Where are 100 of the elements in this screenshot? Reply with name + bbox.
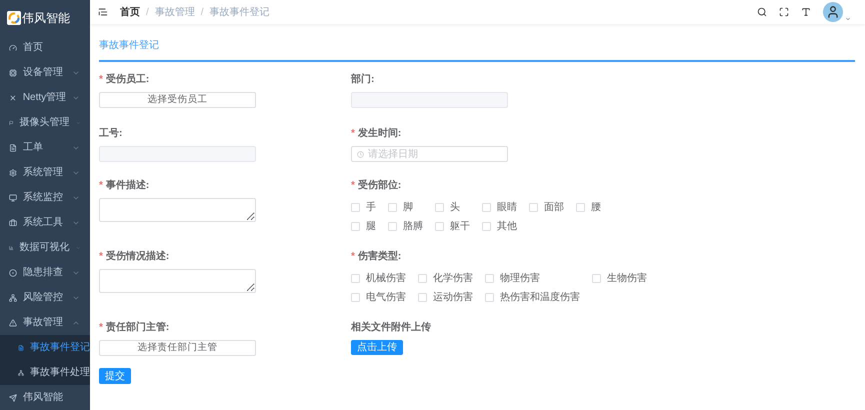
checkbox[interactable] (351, 202, 360, 212)
menu-item[interactable]: 首页 (0, 35, 90, 60)
checkbox[interactable] (482, 202, 491, 212)
checkbox-option[interactable]: 热伤害和温度伤害 (485, 290, 580, 304)
checkbox-option[interactable]: 生物伤害 (592, 271, 647, 285)
gear-icon (9, 168, 17, 176)
checkbox-option[interactable]: 运动伤害 (418, 290, 473, 304)
checkbox-option[interactable]: 头 (435, 200, 470, 214)
breadcrumb-separator: / (200, 6, 204, 20)
document-icon (9, 144, 17, 152)
required-asterisk: * (351, 126, 355, 140)
briefcase-icon (9, 218, 17, 226)
gauge-icon (9, 44, 17, 52)
required-asterisk: * (99, 178, 103, 192)
avatar[interactable] (823, 2, 843, 22)
menu-item[interactable]: 伟风智能 (0, 385, 90, 410)
submenu-item[interactable]: 事故事件处理 (0, 360, 90, 385)
flag-icon (9, 118, 14, 126)
checkbox[interactable] (485, 292, 494, 302)
checkbox-option[interactable]: 腿 (351, 219, 376, 233)
clock-icon (357, 150, 364, 158)
checkbox-option[interactable]: 其他 (482, 219, 517, 233)
menu-item[interactable]: 系统管理 (0, 160, 90, 185)
network-icon (9, 294, 17, 302)
cross-icon (9, 94, 17, 102)
menu-icon[interactable] (98, 7, 108, 17)
menu-item[interactable]: 事故管理 (0, 310, 90, 335)
checkbox-option[interactable]: 化学伤害 (418, 271, 473, 285)
warning-icon (9, 318, 17, 326)
menu-item[interactable]: 隐患排查 (0, 260, 90, 285)
checkbox[interactable] (418, 274, 427, 282)
checkbox[interactable] (482, 222, 491, 230)
checkbox-option[interactable]: 眼睛 (482, 200, 517, 214)
checkbox[interactable] (435, 222, 444, 230)
menu-item[interactable]: Netty管理 (0, 85, 90, 110)
select-manager-button[interactable]: 选择责任部门主管 (99, 340, 256, 356)
field-label: 受伤情况描述: (106, 250, 170, 264)
document-icon (18, 344, 24, 352)
field-label: 伤害类型: (358, 249, 402, 264)
checkbox[interactable] (351, 274, 360, 282)
checkbox-option[interactable]: 物理伤害 (485, 271, 580, 285)
field-label: 责任部门主管: (106, 320, 170, 334)
injury-description-field[interactable] (99, 269, 256, 293)
caret-icon[interactable] (845, 16, 851, 22)
field-label: 部门: (351, 72, 374, 86)
checkbox-option[interactable]: 脚 (388, 200, 423, 214)
breadcrumb-link[interactable]: 首页 (120, 4, 140, 20)
checkbox-option[interactable]: 面部 (529, 200, 564, 214)
checkbox[interactable] (576, 202, 585, 212)
upload-button[interactable]: 点击上传 (351, 340, 403, 355)
breadcrumb-separator: / (146, 6, 149, 20)
select-employee-button[interactable]: 选择受伤员工 (99, 92, 256, 108)
date-field[interactable]: 请选择日期 (351, 146, 508, 162)
checkbox-option[interactable]: 躯干 (435, 219, 470, 233)
checkbox[interactable] (388, 202, 397, 212)
required-asterisk: * (99, 250, 103, 264)
menu-item[interactable]: 系统监控 (0, 185, 90, 210)
checkbox[interactable] (592, 274, 601, 282)
menu-item[interactable]: 摄像头管理 (0, 110, 90, 135)
field-label: 受伤员工: (106, 72, 150, 86)
checkbox[interactable] (418, 292, 427, 302)
checkbox-option[interactable]: 手 (351, 200, 376, 214)
checkbox[interactable] (529, 202, 538, 212)
checkbox[interactable] (485, 274, 494, 282)
network-icon (18, 368, 24, 376)
field-label: 受伤部位: (358, 178, 402, 192)
search-icon[interactable] (757, 7, 767, 17)
menu-item[interactable]: 工单 (0, 135, 90, 160)
description-field[interactable] (99, 198, 256, 222)
checkbox-option[interactable]: 胳膊 (388, 219, 423, 233)
send-icon (9, 394, 17, 402)
checkbox-option[interactable]: 机械伤害 (351, 271, 406, 285)
checkbox-option[interactable]: 电气伤害 (351, 290, 406, 304)
monitor-icon (9, 194, 17, 202)
submit-button[interactable]: 提交 (99, 368, 131, 384)
user-silhouette-icon (826, 5, 840, 19)
field-label: 相关文件附件上传 (351, 320, 431, 334)
required-asterisk: * (99, 72, 103, 86)
checkbox[interactable] (351, 222, 360, 230)
submenu-item[interactable]: 事故事件登记 (0, 335, 90, 360)
logo-icon (7, 10, 21, 24)
checkbox[interactable] (351, 292, 360, 302)
font-size-icon[interactable] (801, 7, 811, 17)
menu-item[interactable]: 设备管理 (0, 60, 90, 85)
fullscreen-icon[interactable] (779, 7, 789, 17)
chip-icon (9, 68, 17, 76)
chart-icon (9, 244, 14, 252)
dot-icon (9, 268, 17, 276)
checkbox-option[interactable]: 腰 (576, 200, 601, 214)
menu-item[interactable]: 风险管控 (0, 285, 90, 310)
employee-number-field[interactable] (99, 146, 256, 162)
menu-item[interactable]: 系统工具 (0, 210, 90, 235)
menu-item[interactable]: 数据可视化 (0, 235, 90, 260)
logo-text: 伟风智能 (22, 10, 70, 26)
date-input[interactable]: 请选择日期 (368, 146, 502, 162)
checkbox[interactable] (435, 202, 444, 212)
field-label: 工号: (99, 126, 122, 140)
department-field[interactable] (351, 92, 508, 108)
checkbox[interactable] (388, 222, 397, 230)
required-asterisk: * (99, 320, 103, 334)
